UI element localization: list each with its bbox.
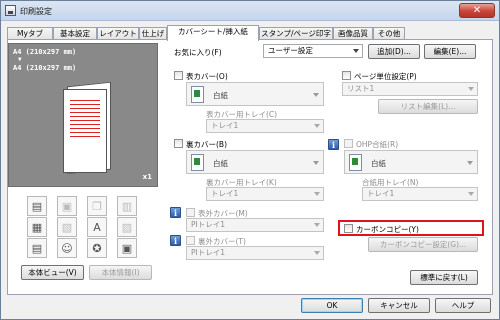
preview-paper-size: A4 (210x297 mm) (13, 48, 77, 56)
cover-icon: ▤ (27, 196, 47, 216)
help-button[interactable]: ヘルプ (435, 298, 491, 313)
chevron-down-icon (314, 124, 320, 128)
list-edit-button[interactable]: リスト編集(L)... (378, 99, 478, 114)
info-icon: i (328, 139, 339, 150)
preview-arrow: ▼ (18, 56, 22, 63)
chevron-down-icon (468, 192, 474, 196)
front-cover-paper: 白紙 (213, 91, 228, 100)
back-cover-tray-select[interactable]: トレイ1 (206, 187, 324, 201)
front-cover-paper-select[interactable]: 白紙 (186, 82, 324, 106)
favorites-value: ユーザー設定 (268, 46, 313, 55)
stamp-icon: ✪ (87, 238, 107, 258)
paper-icon (349, 154, 362, 171)
chevron-down-icon (353, 49, 359, 53)
tab-label: その他 (377, 29, 401, 38)
layers-icon: ▣ (117, 238, 137, 258)
back-cover-paper: 白紙 (213, 159, 228, 168)
edit-favorite-button[interactable]: 編集(E)... (424, 44, 476, 59)
back-cover-paper-select[interactable]: 白紙 (186, 150, 324, 174)
ohp-paper-select[interactable]: 白紙 (344, 150, 478, 174)
print-preview: A4 (210x297 mm) ▼ A4 (210x297 mm) x1 (8, 43, 158, 187)
front-cover-checkbox[interactable] (174, 71, 183, 80)
chevron-down-icon (313, 93, 319, 97)
tab-label: レイアウト (99, 29, 137, 38)
per-page-list: リスト1 (347, 84, 375, 93)
ok-button[interactable]: OK (301, 298, 363, 313)
window-title: 印刷設定 (20, 7, 52, 16)
chevron-down-icon (314, 223, 320, 227)
tab-label: 画像品質 (338, 29, 368, 38)
back-cover-checkbox[interactable] (174, 139, 183, 148)
front-cover-label: 表カバー(O) (186, 72, 228, 81)
reset-defaults-button[interactable]: 標準に戻す(L) (410, 270, 478, 285)
front-outer-tray-select[interactable]: PIトレイ1 (186, 218, 324, 232)
print-settings-window: 印刷設定 ✕ Myタブ 基本設定 レイアウト 仕上げ カバーシート/挿入紙 スタ… (0, 0, 500, 320)
tab-cover-sheet[interactable]: カバーシート/挿入紙 (167, 25, 259, 41)
text-icon: A (87, 217, 107, 237)
back-outer-tray-select[interactable]: PIトレイ1 (186, 246, 324, 260)
chevron-down-icon (314, 251, 320, 255)
paper-icon (191, 86, 204, 103)
info-icon: i (170, 235, 181, 246)
back-outer-cover-checkbox[interactable] (186, 236, 195, 245)
info-icon: i (170, 207, 181, 218)
back-outer-tray: PIトレイ1 (191, 248, 226, 257)
duplex-icon: ▦ (27, 217, 47, 237)
tab-label: 基本設定 (60, 29, 90, 38)
front-cover-tray-select[interactable]: トレイ1 (206, 119, 324, 133)
chevron-down-icon (468, 87, 474, 91)
title-bar: 印刷設定 ✕ (1, 1, 499, 21)
preview-output-size: A4 (210x297 mm) (13, 64, 77, 72)
favorites-label: お気に入り(F) (174, 48, 222, 57)
favorites-select[interactable]: ユーザー設定 (263, 44, 363, 58)
front-cover-tray: トレイ1 (211, 121, 239, 130)
per-page-label: ページ単位設定(P) (354, 72, 417, 81)
user-icon: ☺ (57, 238, 77, 258)
punch-icon: ▧ (57, 217, 77, 237)
printer-view-button[interactable]: 本体ビュー(V) (21, 265, 84, 280)
tab-label: カバーシート/挿入紙 (178, 27, 248, 36)
cancel-button[interactable]: キャンセル (368, 298, 430, 313)
ohp-paper: 白紙 (371, 159, 386, 168)
fold-icon: ▨ (117, 217, 137, 237)
paper-icon (191, 154, 204, 171)
ohp-checkbox[interactable] (344, 139, 353, 148)
staple-icon: ▣ (57, 196, 77, 216)
booklet-icon: ▥ (117, 196, 137, 216)
copy-icon: ❐ (87, 196, 107, 216)
printer-info-button[interactable]: 本体情報(I) (89, 265, 152, 280)
chevron-down-icon (314, 192, 320, 196)
document-icon: ▤ (27, 238, 47, 258)
chevron-down-icon (467, 161, 473, 165)
carbon-copy-settings-button[interactable]: カーボンコピー設定(G)... (368, 237, 478, 252)
close-button[interactable]: ✕ (459, 3, 495, 18)
per-page-list-select[interactable]: リスト1 (342, 82, 478, 96)
tab-label: Myタブ (17, 29, 43, 38)
printer-icon (5, 5, 16, 16)
preview-page (63, 89, 107, 173)
back-cover-tray: トレイ1 (211, 189, 239, 198)
preview-copies: x1 (142, 173, 152, 181)
chevron-down-icon (313, 161, 319, 165)
tab-label: 仕上げ (141, 29, 165, 38)
per-page-checkbox[interactable] (342, 71, 351, 80)
back-cover-label: 裏カバー(B) (186, 140, 227, 149)
front-outer-tray: PIトレイ1 (191, 220, 226, 229)
ohp-label: OHP合紙(R) (356, 140, 399, 149)
tab-label: スタンプ/ページ印字 (261, 29, 331, 38)
front-outer-cover-checkbox[interactable] (186, 208, 195, 217)
add-favorite-button[interactable]: 追加(D)... (368, 44, 420, 59)
ohp-tray-select[interactable]: トレイ1 (362, 187, 478, 201)
highlight-box (338, 220, 484, 236)
ohp-tray: トレイ1 (367, 189, 395, 198)
